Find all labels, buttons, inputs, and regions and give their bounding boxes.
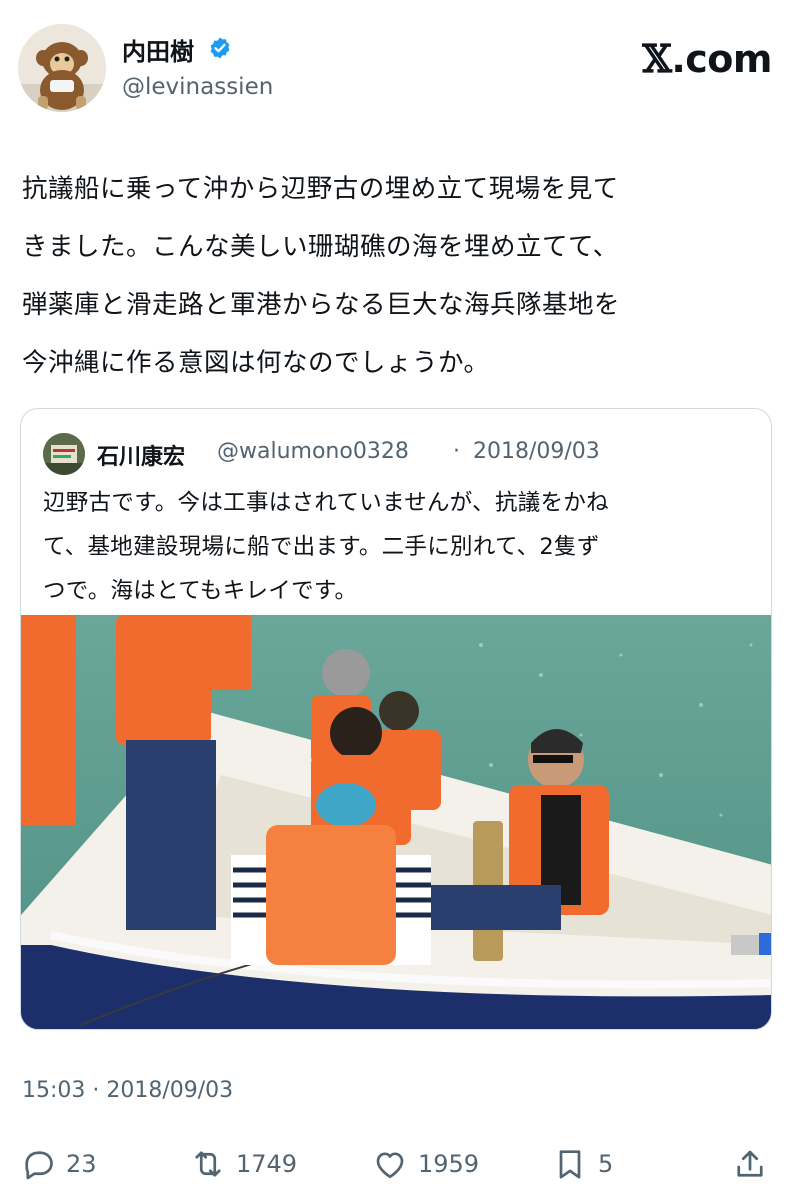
quoted-avatar-image	[43, 433, 85, 475]
quoted-tweet-card[interactable]: 石川康宏 @walumono0328 · 2018/09/03 辺野古です。今は…	[20, 408, 772, 1030]
tweet-header: 内田樹 @levinassien 𝕏.com	[18, 24, 772, 116]
bookmark-count: 5	[598, 1150, 614, 1178]
boat-photo[interactable]	[21, 615, 772, 1030]
like-count: 1959	[418, 1150, 480, 1178]
tweet-timestamp[interactable]: 15:03 · 2018/09/03	[22, 1078, 233, 1103]
quoted-body: 辺野古です。今は工事はされていませんが、抗議をかね て、基地建設現場に船で出ます…	[43, 481, 755, 613]
author-display-name[interactable]: 内田樹	[122, 32, 194, 67]
repost-icon	[195, 1151, 221, 1177]
tweet-line: 今沖縄に作る意図は何なのでしょうか。	[22, 348, 490, 378]
repost-count: 1749	[236, 1150, 298, 1178]
repost-button[interactable]: 1749	[190, 1144, 297, 1184]
monkey-avatar-image	[18, 24, 106, 112]
tweet-body: 抗議船に乗って沖から辺野古の埋め立て現場を見て きました。こんな美しい珊瑚礁の海…	[22, 160, 762, 392]
verified-badge-icon	[210, 37, 230, 59]
quoted-line: て、基地建設現場に船で出ます。二手に別れて、2隻ず	[43, 534, 600, 560]
author-handle[interactable]: @levinassien	[122, 74, 273, 100]
share-button[interactable]	[732, 1144, 768, 1184]
reply-button[interactable]: 23	[20, 1144, 97, 1184]
tweet-actions: 23 1749 1959 5	[20, 1140, 772, 1190]
reply-count: 23	[66, 1150, 97, 1178]
tweet-line: きました。こんな美しい珊瑚礁の海を埋め立てて、	[22, 232, 619, 262]
x-com-logo[interactable]: 𝕏.com	[642, 36, 772, 81]
quoted-line: 辺野古です。今は工事はされていませんが、抗議をかね	[43, 490, 609, 516]
author-avatar[interactable]	[18, 24, 106, 112]
life-jacket	[116, 615, 211, 745]
quoted-line: つで。海はとてもキレイです。	[43, 578, 358, 604]
quoted-date: 2018/09/03	[473, 439, 600, 464]
share-icon	[737, 1150, 763, 1177]
quoted-author-avatar[interactable]	[43, 433, 85, 475]
quoted-display-name[interactable]: 石川康宏	[97, 439, 185, 471]
bookmark-button[interactable]: 5	[552, 1144, 613, 1184]
tweet-line: 抗議船に乗って沖から辺野古の埋め立て現場を見て	[22, 174, 619, 204]
tweet-line: 弾薬庫と滑走路と軍港からなる巨大な海兵隊基地を	[22, 290, 621, 320]
reply-icon	[25, 1151, 53, 1180]
like-button[interactable]: 1959	[372, 1144, 479, 1184]
bookmark-icon	[559, 1150, 581, 1179]
like-icon	[376, 1152, 404, 1179]
quoted-separator: ·	[453, 439, 460, 464]
quoted-handle[interactable]: @walumono0328	[217, 439, 409, 464]
